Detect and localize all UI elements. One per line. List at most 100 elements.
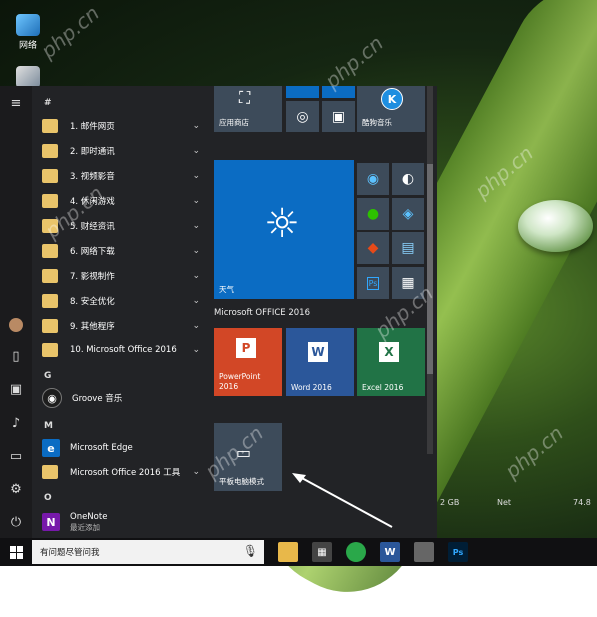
sysinfo-memory: 2 GB	[440, 498, 460, 507]
tile-excel[interactable]: X Excel 2016	[357, 328, 425, 396]
arrow-annotation	[292, 473, 393, 528]
folder-icon	[42, 465, 58, 479]
office-group-title[interactable]: Microsoft OFFICE 2016	[214, 308, 310, 318]
section-letter-hash[interactable]: #	[44, 98, 52, 108]
folder-icon	[42, 194, 58, 208]
taskbar: 有问题尽管问我 🎙 ▦ W Ps	[0, 538, 597, 566]
folder-item-5[interactable]: 5. 财经资讯 ⌄	[42, 215, 204, 237]
tile-kugou[interactable]: K 酷狗音乐	[357, 86, 425, 132]
app-list: # 1. 邮件网页 ⌄ 2. 即时通讯 ⌄ 3. 视频影音 ⌄ 4. 休闲游戏 ⌄ 5.…	[34, 86, 204, 538]
tile-small-photo[interactable]: ▤	[392, 232, 424, 264]
red-app-icon: ◆	[367, 240, 379, 256]
folder-item-9[interactable]: 9. 其他程序 ⌄	[42, 315, 204, 337]
onenote-icon: N	[42, 513, 60, 531]
windows-logo-icon	[9, 545, 23, 559]
app-onenote[interactable]: N OneNote 最近添加	[42, 509, 204, 535]
water-droplet	[518, 200, 593, 252]
tile-powerpoint[interactable]: P PowerPoint 2016	[214, 328, 282, 396]
chevron-down-icon: ⌄	[192, 196, 200, 206]
photoshop-taskbar-icon[interactable]: Ps	[448, 542, 468, 562]
tile-small-app[interactable]: ◈	[392, 198, 424, 230]
music-icon[interactable]: ♪	[8, 416, 24, 432]
chevron-down-icon: ⌄	[192, 171, 200, 181]
tablet-mode-icon: ▭	[236, 443, 252, 462]
store-icon: ⛶	[239, 88, 251, 107]
kugou-icon: K	[381, 88, 403, 110]
start-rail: ≡ ▯ ▣ ♪ ▭ ⚙ ⏻	[0, 86, 32, 538]
start-menu: ≡ ▯ ▣ ♪ ▭ ⚙ ⏻ # 1. 邮件网页 ⌄ 2. 即时通讯 ⌄ 3. 视频影…	[0, 86, 437, 538]
camera-icon: ▣	[331, 108, 346, 125]
tile-small-red[interactable]: ◆	[357, 232, 389, 264]
app-icon: ◈	[402, 206, 414, 222]
folder-item-1[interactable]: 1. 邮件网页 ⌄	[42, 115, 204, 137]
folder-item-4[interactable]: 4. 休闲游戏 ⌄	[42, 190, 204, 212]
folder-item-7[interactable]: 7. 影视制作 ⌄	[42, 265, 204, 287]
tile-small-ps[interactable]: Ps	[357, 267, 389, 299]
tiles-scrollbar-thumb[interactable]	[427, 164, 433, 374]
tile-word[interactable]: W Word 2016	[286, 328, 354, 396]
excel-icon: X	[379, 342, 399, 362]
pictures-icon[interactable]: ▣	[8, 382, 24, 398]
folder-item-3[interactable]: 3. 视频影音 ⌄	[42, 165, 204, 187]
recently-added-label: 最近添加	[70, 522, 100, 532]
desktop-icon-network[interactable]: 网络	[8, 14, 48, 51]
folder-item-2[interactable]: 2. 即时通讯 ⌄	[42, 140, 204, 162]
tile-small-1[interactable]	[286, 86, 319, 98]
photos-icon[interactable]: ▭	[8, 449, 24, 465]
file-explorer-icon[interactable]	[278, 542, 298, 562]
browser-icon: ◉	[366, 171, 380, 187]
qq-icon: ◐	[401, 171, 415, 187]
image-viewer-icon: ▦	[401, 275, 415, 291]
cortana-search-box[interactable]: 有问题尽管问我 🎙	[32, 540, 264, 564]
app-groove-music[interactable]: ◉ Groove 音乐	[42, 387, 204, 409]
tile-small-qq[interactable]: ◐	[392, 163, 424, 195]
start-button[interactable]	[0, 538, 32, 566]
tile-small-wechat[interactable]: ●	[357, 198, 389, 230]
tile-tablet-mode[interactable]: ▭ 平板电脑模式	[214, 423, 282, 491]
section-letter-g[interactable]: G	[44, 371, 51, 381]
photoshop-icon: Ps	[366, 276, 380, 290]
microphone-icon[interactable]: 🎙	[243, 544, 258, 558]
folder-icon	[42, 169, 58, 183]
folder-icon	[42, 244, 58, 258]
folder-item-8[interactable]: 8. 安全优化 ⌄	[42, 290, 204, 312]
folder-icon	[42, 119, 58, 133]
documents-icon[interactable]: ▯	[8, 349, 24, 365]
chevron-down-icon: ⌄	[192, 146, 200, 156]
menu-icon[interactable]: ≡	[8, 96, 24, 112]
tile-small-2[interactable]	[322, 86, 355, 98]
chevron-down-icon: ⌄	[192, 271, 200, 281]
folder-item-6[interactable]: 6. 网络下载 ⌄	[42, 240, 204, 262]
chevron-down-icon: ⌄	[192, 121, 200, 131]
folder-icon	[42, 144, 58, 158]
tile-map[interactable]: ◎	[286, 101, 319, 132]
folder-office-tools[interactable]: Microsoft Office 2016 工具 ⌄	[42, 461, 204, 483]
powerpoint-icon: P	[236, 338, 256, 358]
folder-item-10[interactable]: 10. Microsoft Office 2016 ⌄	[42, 339, 204, 361]
section-letter-o[interactable]: O	[44, 493, 52, 503]
power-icon[interactable]: ⏻	[8, 515, 24, 531]
tile-weather[interactable]: ☼ 天气	[214, 160, 354, 299]
tile-camera[interactable]: ▣	[322, 101, 355, 132]
settings-icon[interactable]: ⚙	[8, 482, 24, 498]
recycle-bin-icon	[16, 66, 40, 88]
word-taskbar-icon[interactable]: W	[380, 542, 400, 562]
chevron-down-icon: ⌄	[192, 467, 200, 477]
section-letter-m[interactable]: M	[44, 421, 53, 431]
folder-icon	[42, 319, 58, 333]
tile-store[interactable]: ⛶ 应用商店	[214, 86, 282, 132]
browser-360-icon[interactable]	[346, 542, 366, 562]
unknown-app-icon[interactable]	[414, 542, 434, 562]
folder-icon	[42, 343, 58, 357]
sun-icon: ☼	[264, 201, 300, 247]
calculator-icon[interactable]: ▦	[312, 542, 332, 562]
tile-small-image[interactable]: ▦	[392, 267, 424, 299]
search-placeholder: 有问题尽管问我	[40, 548, 100, 558]
folder-icon	[42, 269, 58, 283]
chevron-down-icon: ⌄	[192, 221, 200, 231]
tile-small-ie[interactable]: ◉	[357, 163, 389, 195]
word-icon: W	[308, 342, 328, 362]
app-microsoft-edge[interactable]: e Microsoft Edge	[42, 437, 204, 459]
folder-icon	[42, 294, 58, 308]
user-avatar-icon[interactable]	[8, 318, 24, 334]
